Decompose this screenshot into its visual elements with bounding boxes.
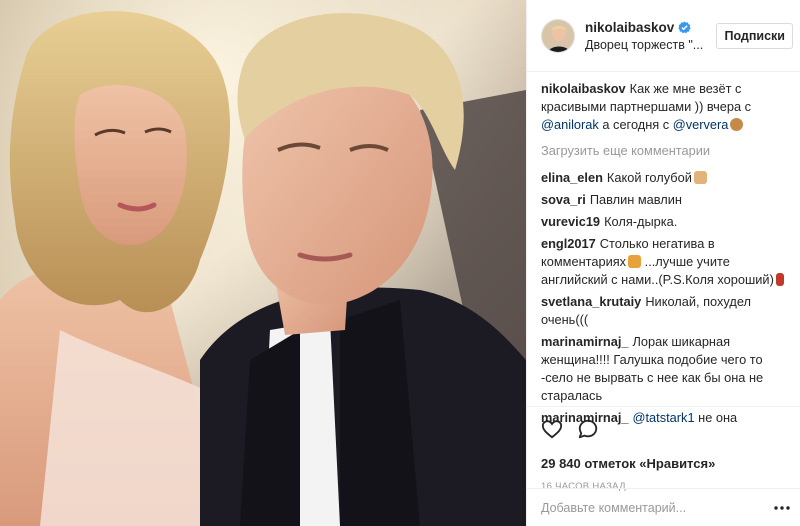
comment-text: Павлин мавлин — [589, 192, 682, 207]
likes-count[interactable]: 29 840 отметок «Нравится» — [541, 456, 787, 471]
caption-username[interactable]: nikolaibaskov — [541, 81, 626, 96]
caption-text: а сегодня с — [598, 117, 673, 132]
comment-item: svetlana_krutaiy Николай, похудел очень((… — [541, 293, 793, 329]
comment-username[interactable]: engl2017 — [541, 236, 596, 251]
author-avatar[interactable] — [541, 18, 575, 53]
author-username[interactable]: nikolaibaskov — [585, 20, 674, 35]
comments-list: nikolaibaskov Как же мне везёт с красивым… — [541, 80, 793, 431]
comment-item: engl2017 Столько негатива в комментариях … — [541, 235, 793, 289]
thumbs-down-emoji-icon — [693, 171, 707, 184]
comment-item: vurevic19 Коля-дырка. — [541, 213, 793, 231]
more-dots-icon[interactable] — [773, 499, 791, 517]
add-comment-bar — [527, 488, 800, 526]
comment-username[interactable]: marinamirnaj_ — [541, 334, 629, 349]
heart-icon[interactable] — [541, 418, 563, 440]
comment-input[interactable] — [541, 500, 773, 515]
post-caption: nikolaibaskov Как же мне везёт с красивым… — [541, 80, 793, 134]
comment-username[interactable]: sova_ri — [541, 192, 586, 207]
comment-username[interactable]: elina_elen — [541, 170, 603, 185]
comment-item: elina_elen Какой голубой — [541, 169, 793, 187]
post-location[interactable]: Дворец торжеств "... — [585, 38, 716, 52]
comment-username[interactable]: svetlana_krutaiy — [541, 294, 641, 309]
comment-item: sova_ri Павлин мавлин — [541, 191, 793, 209]
instagram-post: nikolaibaskov Дворец торжеств "... Подпи… — [0, 0, 800, 526]
action-icons — [541, 415, 787, 443]
verified-badge-icon — [678, 20, 691, 33]
monkey-emoji-icon — [730, 118, 744, 131]
comment-icon[interactable] — [577, 418, 599, 440]
load-more-comments-link[interactable]: Загрузить еще комментарии — [541, 142, 793, 160]
post-photo[interactable] — [0, 0, 526, 526]
book-emoji-icon — [775, 273, 784, 286]
post-header: nikolaibaskov Дворец торжеств "... Подпи… — [527, 0, 800, 72]
selfie-photo-illustration — [0, 0, 526, 526]
author-info: nikolaibaskov Дворец торжеств "... — [585, 20, 716, 52]
comment-item: marinamirnaj_ Лорак шикарная женщина!!!! … — [541, 333, 793, 405]
post-actions: 29 840 отметок «Нравится» 16 ЧАСОВ НАЗАД — [527, 406, 800, 492]
mention-link[interactable]: @ververa — [673, 117, 729, 132]
mention-link[interactable]: @anilorak — [541, 117, 599, 132]
scream-cat-emoji-icon — [628, 255, 642, 268]
post-side-panel: nikolaibaskov Дворец торжеств "... Подпи… — [526, 0, 800, 526]
author-username-row: nikolaibaskov — [585, 20, 716, 35]
comment-text: Коля-дырка. — [604, 214, 678, 229]
comment-text: Какой голубой — [606, 170, 692, 185]
comment-username[interactable]: vurevic19 — [541, 214, 600, 229]
following-button[interactable]: Подписки — [716, 22, 793, 49]
